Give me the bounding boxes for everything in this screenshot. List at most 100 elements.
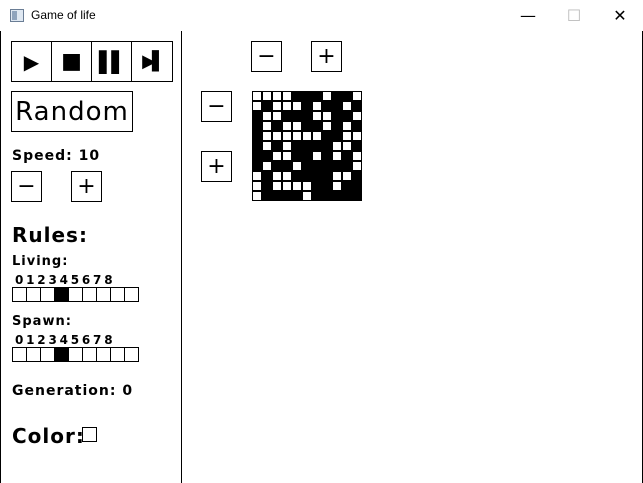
spawn-rule-cell-8[interactable] xyxy=(124,347,139,362)
grid-cell[interactable] xyxy=(272,171,282,181)
grid-cell[interactable] xyxy=(282,131,292,141)
grid-cell[interactable] xyxy=(352,91,362,101)
grid-cell[interactable] xyxy=(312,121,322,131)
grid-cell[interactable] xyxy=(332,111,342,121)
grid-cell[interactable] xyxy=(252,101,262,111)
grid-cell[interactable] xyxy=(262,141,272,151)
grid-cell[interactable] xyxy=(282,111,292,121)
spawn-rule-cell-0[interactable] xyxy=(12,347,27,362)
grid-cell[interactable] xyxy=(302,191,312,201)
grid-cell[interactable] xyxy=(292,181,302,191)
grid-cell[interactable] xyxy=(342,111,352,121)
color-swatch[interactable] xyxy=(82,427,97,442)
grid-cell[interactable] xyxy=(292,101,302,111)
grid-cell[interactable] xyxy=(332,191,342,201)
grid-cell[interactable] xyxy=(352,161,362,171)
grid-cell[interactable] xyxy=(262,101,272,111)
grid-cell[interactable] xyxy=(302,111,312,121)
grid-cell[interactable] xyxy=(302,171,312,181)
grid-cell[interactable] xyxy=(282,171,292,181)
grid-cell[interactable] xyxy=(312,151,322,161)
grid-cell[interactable] xyxy=(292,161,302,171)
grid-cell[interactable] xyxy=(342,141,352,151)
grid-cell[interactable] xyxy=(332,131,342,141)
grid-cell[interactable] xyxy=(342,121,352,131)
grid-rows-minus-button[interactable]: − xyxy=(201,91,232,122)
stop-button[interactable]: ■ xyxy=(51,41,92,82)
grid-cell[interactable] xyxy=(282,101,292,111)
grid-cell[interactable] xyxy=(302,91,312,101)
grid-cell[interactable] xyxy=(322,111,332,121)
grid-cell[interactable] xyxy=(272,101,282,111)
grid-cell[interactable] xyxy=(292,151,302,161)
grid-cell[interactable] xyxy=(292,121,302,131)
grid-cell[interactable] xyxy=(322,141,332,151)
grid-cell[interactable] xyxy=(302,131,312,141)
grid-cell[interactable] xyxy=(272,181,282,191)
pause-button[interactable]: ▌▌ xyxy=(91,41,132,82)
grid-cell[interactable] xyxy=(252,121,262,131)
grid-cell[interactable] xyxy=(312,161,322,171)
maximize-button[interactable]: ☐ xyxy=(551,0,597,31)
grid-cell[interactable] xyxy=(352,111,362,121)
grid-cell[interactable] xyxy=(322,151,332,161)
spawn-rule-cell-6[interactable] xyxy=(96,347,111,362)
grid-cell[interactable] xyxy=(262,191,272,201)
grid-cell[interactable] xyxy=(262,91,272,101)
grid-cell[interactable] xyxy=(322,171,332,181)
living-rule-cell-1[interactable] xyxy=(26,287,41,302)
grid-cell[interactable] xyxy=(252,111,262,121)
grid-cell[interactable] xyxy=(282,151,292,161)
grid-cell[interactable] xyxy=(272,91,282,101)
grid-cell[interactable] xyxy=(262,131,272,141)
grid-cell[interactable] xyxy=(252,151,262,161)
grid-cell[interactable] xyxy=(322,91,332,101)
grid-cell[interactable] xyxy=(352,181,362,191)
grid-cell[interactable] xyxy=(302,161,312,171)
grid-columns-minus-button[interactable]: − xyxy=(251,41,282,72)
grid-cell[interactable] xyxy=(292,171,302,181)
minimize-button[interactable]: — xyxy=(505,0,551,31)
living-rule-cell-5[interactable] xyxy=(82,287,97,302)
grid-cell[interactable] xyxy=(282,181,292,191)
living-rule-cell-8[interactable] xyxy=(124,287,139,302)
grid-cell[interactable] xyxy=(322,121,332,131)
grid-cell[interactable] xyxy=(322,101,332,111)
close-button[interactable]: ✕ xyxy=(597,0,643,31)
grid-cell[interactable] xyxy=(342,161,352,171)
grid-cell[interactable] xyxy=(322,161,332,171)
grid-cell[interactable] xyxy=(342,171,352,181)
grid-cell[interactable] xyxy=(252,171,262,181)
grid-cell[interactable] xyxy=(262,171,272,181)
grid-cell[interactable] xyxy=(312,191,322,201)
grid-cell[interactable] xyxy=(352,131,362,141)
grid-cell[interactable] xyxy=(272,161,282,171)
living-rule-cell-0[interactable] xyxy=(12,287,27,302)
grid-cell[interactable] xyxy=(252,141,262,151)
grid-cell[interactable] xyxy=(302,181,312,191)
grid-cell[interactable] xyxy=(282,91,292,101)
play-button[interactable]: ▶ xyxy=(11,41,52,82)
grid-cell[interactable] xyxy=(252,191,262,201)
grid-cell[interactable] xyxy=(352,171,362,181)
step-button[interactable]: ▶▌ xyxy=(131,41,173,82)
grid-cell[interactable] xyxy=(332,121,342,131)
living-rule-cell-3[interactable] xyxy=(54,287,69,302)
grid-cell[interactable] xyxy=(352,191,362,201)
grid-cell[interactable] xyxy=(312,91,322,101)
grid-cell[interactable] xyxy=(322,131,332,141)
grid-cell[interactable] xyxy=(272,121,282,131)
grid-cell[interactable] xyxy=(252,161,262,171)
grid-cell[interactable] xyxy=(342,181,352,191)
grid-cell[interactable] xyxy=(292,91,302,101)
grid-cell[interactable] xyxy=(292,111,302,121)
grid-cell[interactable] xyxy=(312,111,322,121)
grid-cell[interactable] xyxy=(272,131,282,141)
speed-plus-button[interactable]: + xyxy=(71,171,102,202)
grid-cell[interactable] xyxy=(252,181,262,191)
living-rule-cell-7[interactable] xyxy=(110,287,125,302)
grid-cell[interactable] xyxy=(322,181,332,191)
grid-cell[interactable] xyxy=(272,141,282,151)
grid-cell[interactable] xyxy=(272,111,282,121)
grid-cell[interactable] xyxy=(332,161,342,171)
